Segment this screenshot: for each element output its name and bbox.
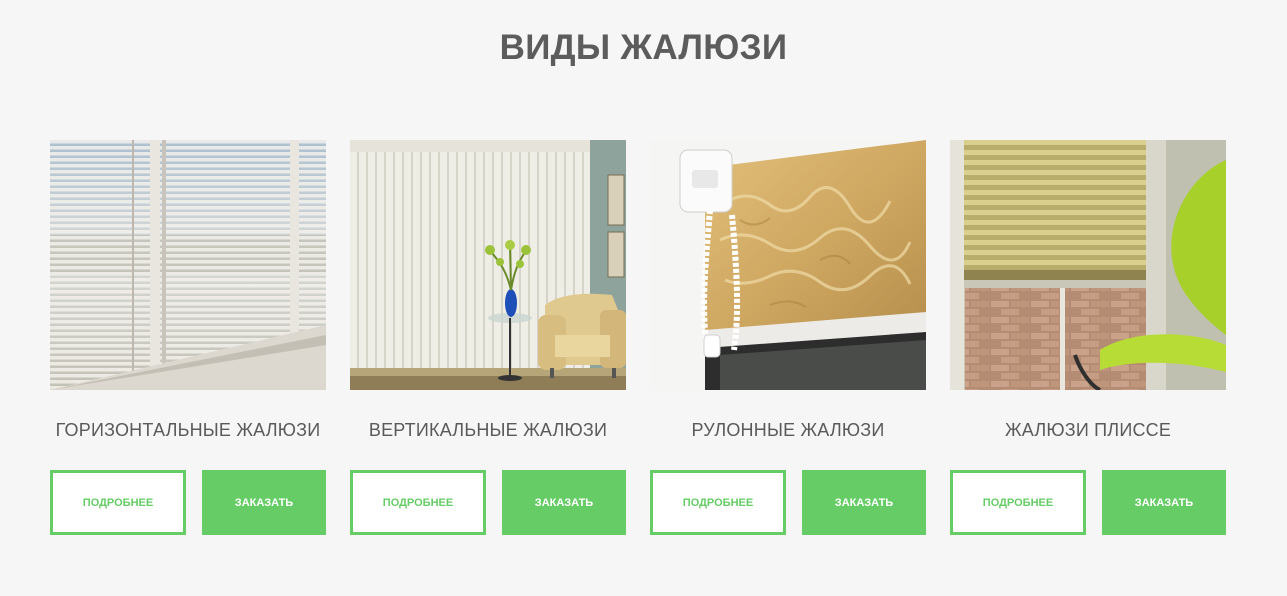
- product-card-vertical: ВЕРТИКАЛЬНЫЕ ЖАЛЮЗИ ПОДРОБНЕЕ ЗАКАЗАТЬ: [350, 140, 626, 535]
- product-card-pleated: ЖАЛЮЗИ ПЛИССЕ ПОДРОБНЕЕ ЗАКАЗАТЬ: [950, 140, 1226, 535]
- horizontal-blinds-illustration: [50, 140, 326, 390]
- vertical-blinds-illustration: [350, 140, 626, 390]
- details-button[interactable]: ПОДРОБНЕЕ: [50, 470, 186, 535]
- pleated-blinds-image[interactable]: [950, 140, 1226, 390]
- roller-blinds-image[interactable]: [650, 140, 926, 390]
- order-button[interactable]: ЗАКАЗАТЬ: [802, 470, 926, 535]
- pleated-blinds-illustration: [950, 140, 1226, 390]
- details-button[interactable]: ПОДРОБНЕЕ: [350, 470, 486, 535]
- card-title: ГОРИЗОНТАЛЬНЫЕ ЖАЛЮЗИ: [55, 420, 321, 440]
- vertical-blinds-image[interactable]: [350, 140, 626, 390]
- product-card-roller: РУЛОННЫЕ ЖАЛЮЗИ ПОДРОБНЕЕ ЗАКАЗАТЬ: [650, 140, 926, 535]
- product-card-horizontal: ГОРИЗОНТАЛЬНЫЕ ЖАЛЮЗИ ПОДРОБНЕЕ ЗАКАЗАТЬ: [50, 140, 326, 535]
- details-button[interactable]: ПОДРОБНЕЕ: [650, 470, 786, 535]
- order-button[interactable]: ЗАКАЗАТЬ: [1102, 470, 1226, 535]
- roller-blinds-illustration: [650, 140, 926, 390]
- card-title: ВЕРТИКАЛЬНЫЕ ЖАЛЮЗИ: [368, 420, 608, 440]
- horizontal-blinds-image[interactable]: [50, 140, 326, 390]
- card-title: РУЛОННЫЕ ЖАЛЮЗИ: [691, 420, 885, 440]
- order-button[interactable]: ЗАКАЗАТЬ: [502, 470, 626, 535]
- order-button[interactable]: ЗАКАЗАТЬ: [202, 470, 326, 535]
- card-title: ЖАЛЮЗИ ПЛИССЕ: [1004, 420, 1172, 440]
- page-title: ВИДЫ ЖАЛЮЗИ: [499, 28, 788, 67]
- details-button[interactable]: ПОДРОБНЕЕ: [950, 470, 1086, 535]
